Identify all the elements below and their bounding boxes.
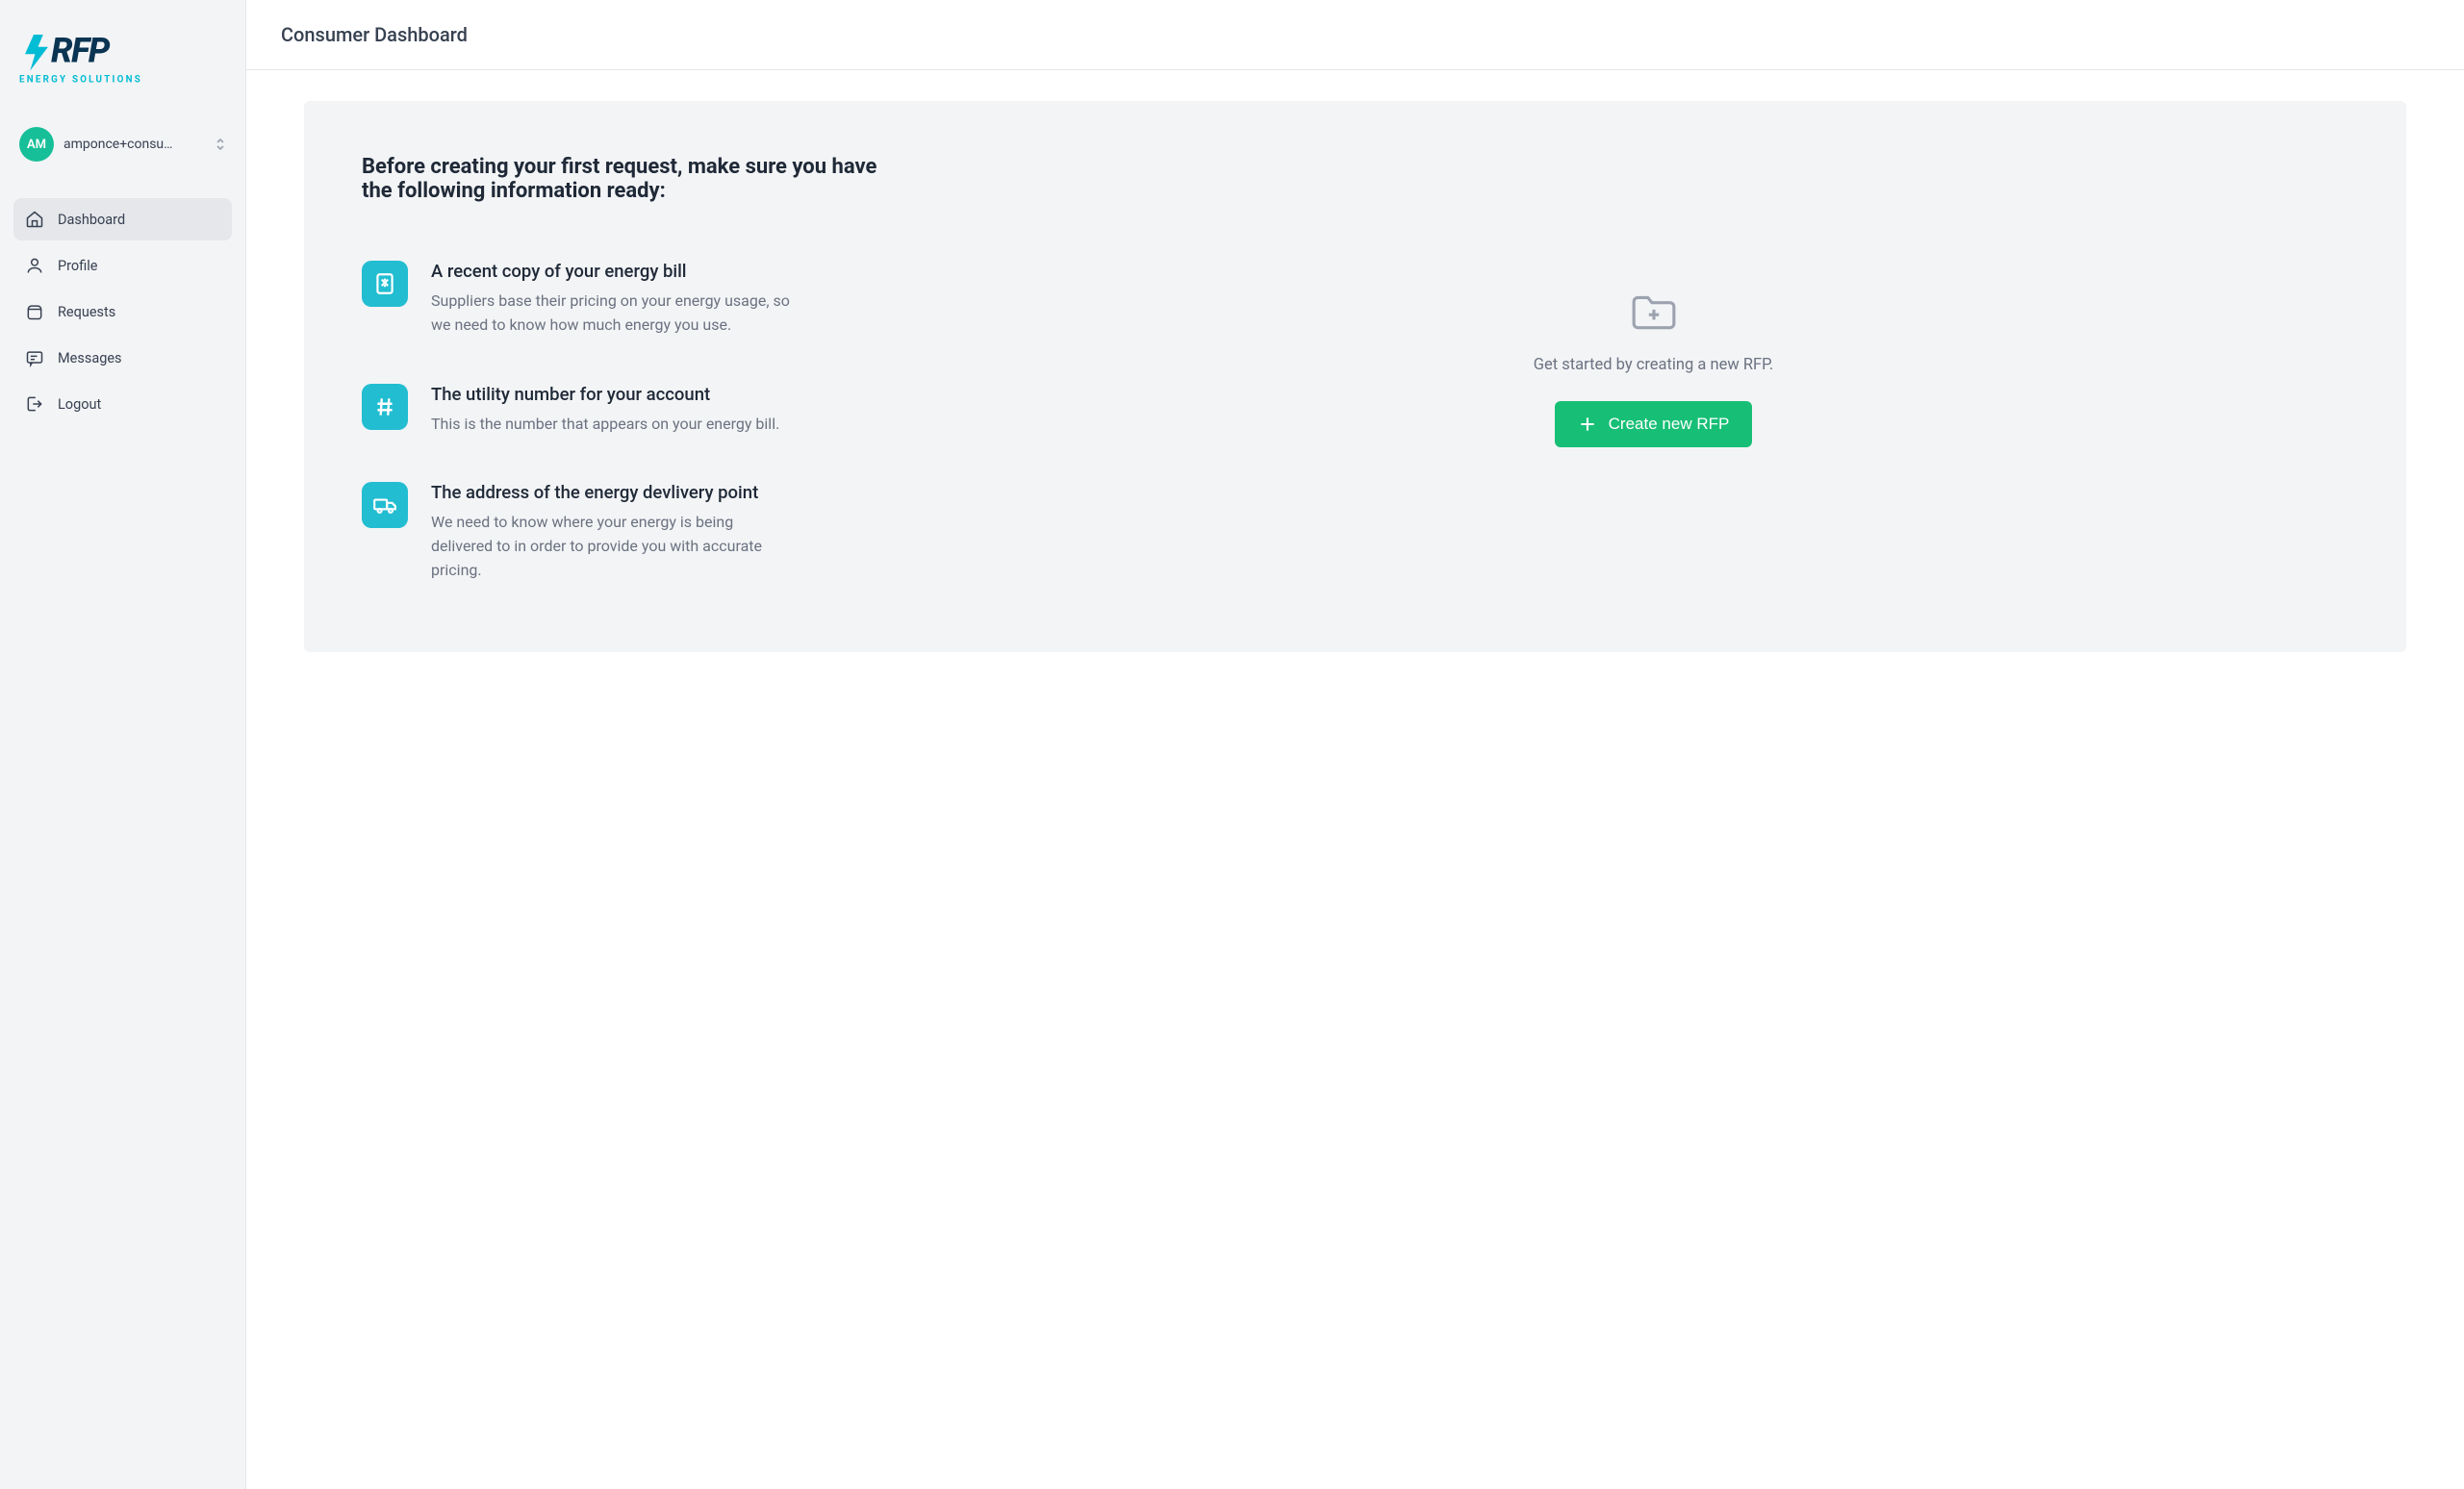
logout-icon: [25, 394, 44, 414]
user-icon: [25, 256, 44, 275]
requirement-item: A recent copy of your energy bill Suppli…: [362, 261, 901, 338]
create-new-rfp-button[interactable]: Create new RFP: [1555, 401, 1753, 447]
sidebar-item-messages[interactable]: Messages: [13, 337, 232, 379]
topbar: Consumer Dashboard: [246, 0, 2464, 70]
sidebar-item-label: Requests: [58, 304, 115, 320]
sidebar-item-requests[interactable]: Requests: [13, 290, 232, 333]
home-icon: [25, 210, 44, 229]
requirement-desc: We need to know where your energy is bei…: [431, 511, 797, 582]
requirement-item: The address of the energy devlivery poin…: [362, 482, 901, 582]
user-switcher[interactable]: AM amponce+consu…: [13, 119, 232, 169]
sidebar-item-dashboard[interactable]: Dashboard: [13, 198, 232, 240]
sidebar-item-label: Profile: [58, 258, 97, 274]
requirement-desc: This is the number that appears on your …: [431, 413, 797, 437]
user-name: amponce+consu…: [64, 137, 205, 152]
truck-icon: [362, 482, 408, 528]
package-icon: [25, 302, 44, 321]
avatar: AM: [19, 127, 54, 162]
onboarding-panel: Before creating your first request, make…: [304, 101, 2406, 652]
plus-icon: [1578, 415, 1597, 434]
cta-button-label: Create new RFP: [1609, 415, 1730, 434]
main: Consumer Dashboard Before creating your …: [246, 0, 2464, 1489]
cta-column: Get started by creating a new RFP. Creat…: [958, 155, 2349, 583]
sidebar: RFP ENERGY SOLUTIONS AM amponce+consu… D…: [0, 0, 246, 1489]
sidebar-item-label: Logout: [58, 396, 101, 413]
panel-heading: Before creating your first request, make…: [362, 155, 901, 203]
sidebar-item-label: Dashboard: [58, 212, 125, 228]
svg-text:RFP: RFP: [51, 31, 111, 71]
requirement-desc: Suppliers base their pricing on your ene…: [431, 290, 797, 338]
svg-text:ENERGY SOLUTIONS: ENERGY SOLUTIONS: [19, 75, 142, 86]
page-title: Consumer Dashboard: [281, 23, 2429, 46]
requirements-column: Before creating your first request, make…: [362, 155, 901, 583]
requirement-item: The utility number for your account This…: [362, 384, 901, 437]
message-icon: [25, 348, 44, 367]
content: Before creating your first request, make…: [246, 70, 2464, 683]
sidebar-item-label: Messages: [58, 350, 122, 366]
logo-mark: RFP ENERGY SOLUTIONS: [19, 29, 164, 87]
sidebar-item-profile[interactable]: Profile: [13, 244, 232, 287]
requirement-title: The address of the energy devlivery poin…: [431, 482, 901, 503]
sidebar-item-logout[interactable]: Logout: [13, 383, 232, 425]
chevron-updown-icon: [215, 138, 226, 151]
hash-icon: [362, 384, 408, 430]
requirement-title: A recent copy of your energy bill: [431, 261, 901, 282]
requirement-title: The utility number for your account: [431, 384, 901, 405]
folder-plus-icon: [1630, 290, 1678, 337]
brand-logo: RFP ENERGY SOLUTIONS: [13, 29, 232, 119]
cta-text: Get started by creating a new RFP.: [1534, 356, 1774, 374]
receipt-icon: [362, 261, 408, 307]
sidebar-nav: Dashboard Profile Requests: [13, 198, 232, 425]
